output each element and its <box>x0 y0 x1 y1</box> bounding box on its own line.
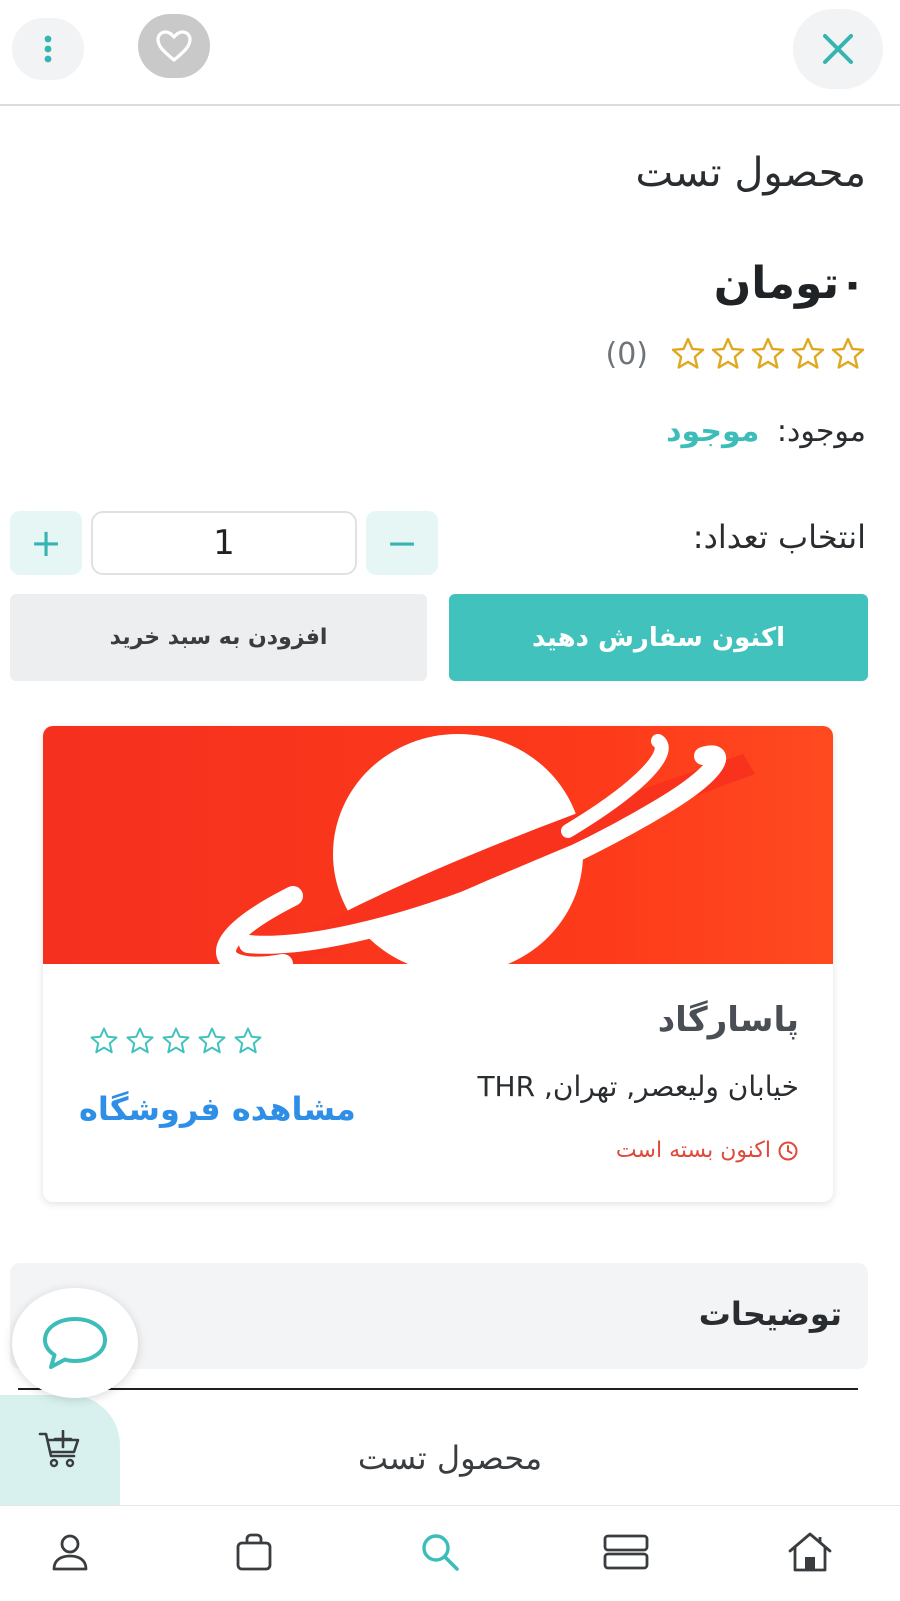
close-button[interactable] <box>793 9 883 89</box>
order-now-button[interactable]: اکنون سفارش دهید <box>449 594 868 681</box>
divider <box>18 1388 858 1390</box>
quantity-increase-button[interactable]: + <box>10 511 82 575</box>
nav-orders[interactable] <box>224 1526 284 1578</box>
nav-profile[interactable] <box>40 1526 100 1578</box>
list-icon <box>603 1534 649 1570</box>
stock-label: موجود: <box>776 414 866 449</box>
quantity-label: انتخاب تعداد: <box>692 518 866 556</box>
sticky-product-name: محصول تست <box>357 1439 543 1477</box>
shop-open-status: اکنون بسته است <box>616 1138 799 1163</box>
shop-address: خیابان ولیعصر, تهران, THR <box>477 1070 799 1103</box>
more-options-button[interactable] <box>12 18 84 80</box>
user-icon <box>52 1534 88 1571</box>
star-outline-icon <box>751 337 785 369</box>
quantity-decrease-button[interactable]: − <box>366 511 438 575</box>
nav-categories[interactable] <box>596 1526 656 1578</box>
shop-rating <box>89 1026 263 1056</box>
shop-name: پاسارگاد <box>657 1000 799 1040</box>
plus-icon: + <box>30 521 62 565</box>
stock-value: موجود <box>666 414 760 449</box>
stock-status: موجود: موجود <box>666 414 866 449</box>
shop-card: پاسارگاد خیابان ولیعصر, تهران, THR اکنون… <box>43 726 833 1202</box>
search-icon <box>422 1534 459 1571</box>
more-vertical-icon <box>44 35 52 63</box>
star-outline-icon <box>162 1027 190 1054</box>
star-outline-icon <box>711 337 745 369</box>
favorite-button[interactable] <box>138 14 210 78</box>
product-rating: (0) <box>605 336 866 372</box>
shop-status-text: اکنون بسته است <box>615 1138 771 1163</box>
shop-logo <box>216 734 755 977</box>
rating-count: (0) <box>605 336 648 372</box>
bottom-navigation <box>0 1505 900 1601</box>
shopping-bag-icon <box>236 1533 272 1571</box>
star-outline-icon <box>831 337 865 369</box>
star-outline-icon <box>126 1027 154 1054</box>
chat-bubble-icon <box>43 1317 107 1369</box>
description-section[interactable]: توضیحات <box>10 1263 868 1369</box>
quantity-input[interactable]: 1 <box>91 511 357 575</box>
nav-home[interactable] <box>780 1526 840 1578</box>
description-title: توضیحات <box>698 1295 842 1333</box>
view-shop-link[interactable]: مشاهده فروشگاه <box>79 1090 356 1128</box>
heart-icon <box>156 30 192 62</box>
shop-banner <box>43 726 833 977</box>
star-outline-icon <box>671 337 705 369</box>
chat-button[interactable] <box>12 1288 138 1398</box>
product-title: محصول تست <box>635 150 866 196</box>
close-icon <box>823 34 853 64</box>
product-price: ۰تومان <box>713 258 866 309</box>
top-bar <box>0 0 900 106</box>
nav-search[interactable] <box>410 1526 470 1578</box>
add-to-cart-button[interactable]: افزودن به سبد خرید <box>10 594 427 681</box>
star-outline-icon <box>90 1027 118 1054</box>
clock-icon <box>778 1141 798 1160</box>
sticky-cart-bar: محصول تست <box>0 1395 900 1505</box>
star-outline-icon <box>234 1027 262 1054</box>
home-icon <box>788 1532 832 1572</box>
star-outline-icon <box>791 337 825 369</box>
minus-icon: − <box>386 521 418 565</box>
star-outline-icon <box>198 1027 226 1054</box>
